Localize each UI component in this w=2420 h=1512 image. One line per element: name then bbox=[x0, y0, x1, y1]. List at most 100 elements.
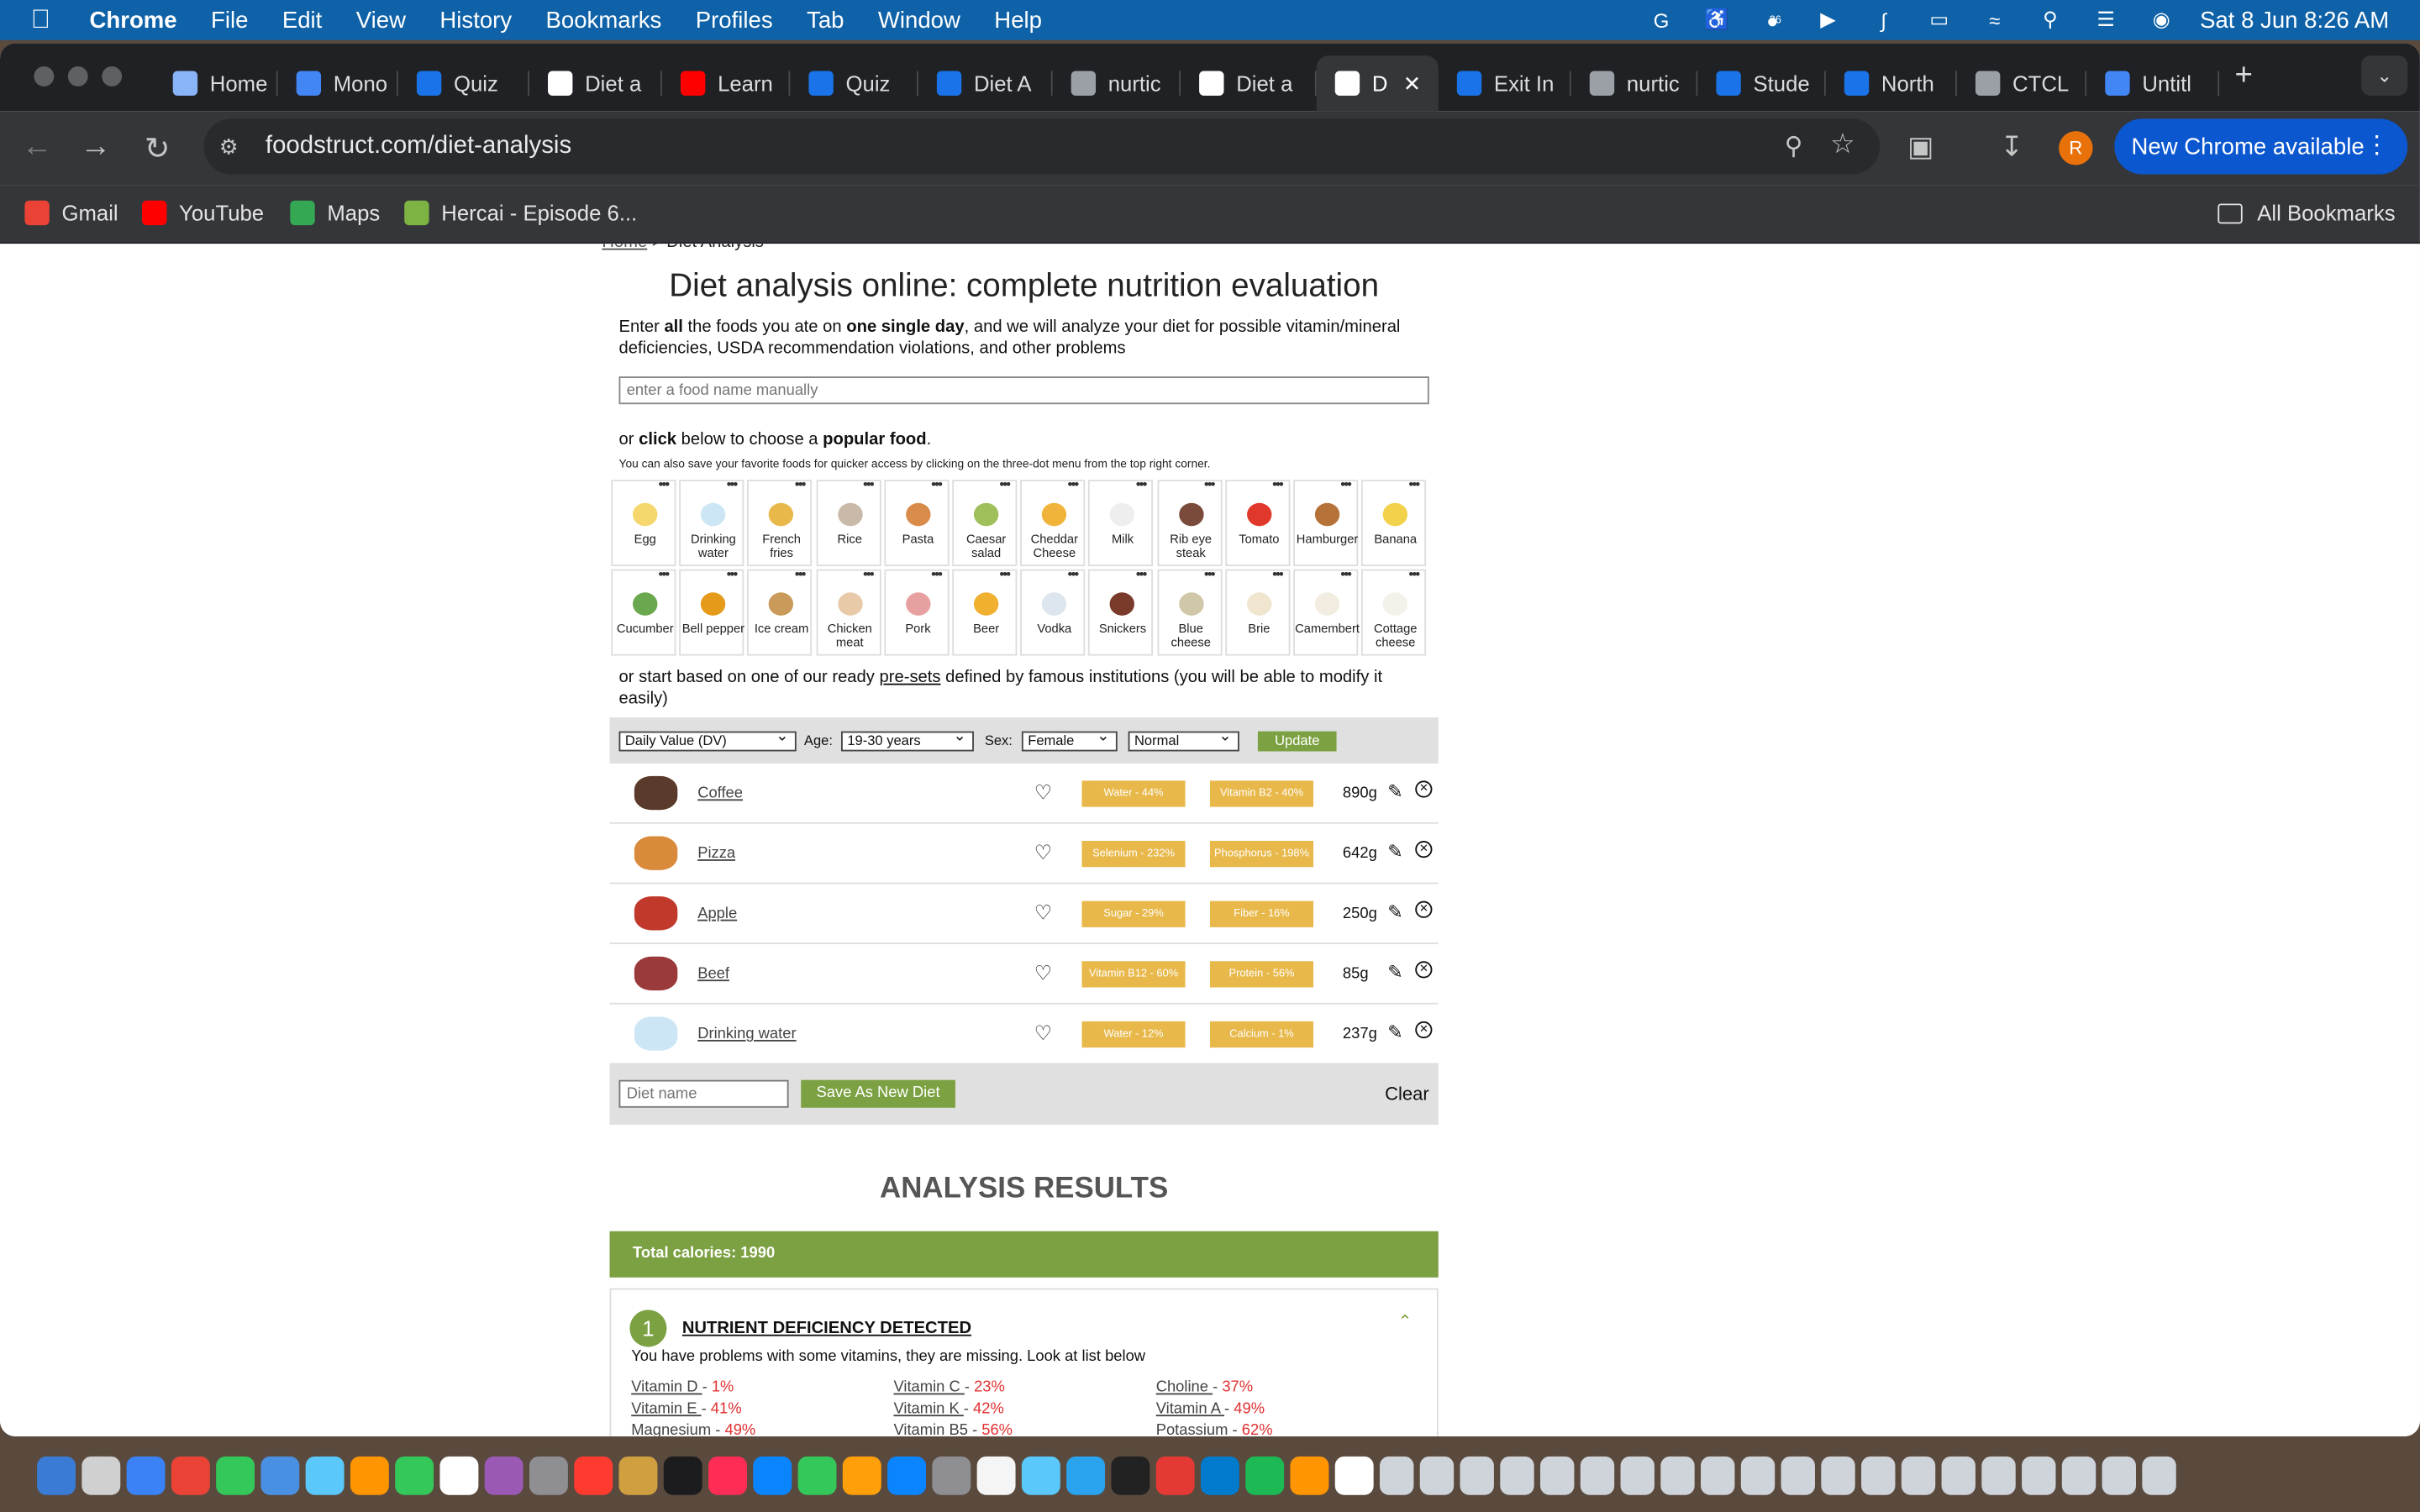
tab-10[interactable]: D ✕ bbox=[1316, 55, 1439, 112]
more-options-icon[interactable]: ••• bbox=[1340, 566, 1352, 581]
more-options-icon[interactable]: ••• bbox=[999, 477, 1011, 492]
tab-16[interactable]: Untitl bbox=[2086, 55, 2220, 111]
dock-window-thumbnail[interactable] bbox=[2022, 1455, 2056, 1494]
menu-window[interactable]: Window bbox=[878, 7, 960, 33]
dock-window-thumbnail[interactable] bbox=[1941, 1455, 1975, 1494]
popular-food-pasta[interactable]: ••• Pasta bbox=[884, 477, 950, 567]
all-bookmarks-button[interactable]: All Bookmarks bbox=[2217, 201, 2396, 225]
download-icon[interactable]: ↧ bbox=[2000, 131, 2023, 164]
dock-window-thumbnail[interactable] bbox=[1540, 1455, 1575, 1494]
back-icon[interactable]: ← bbox=[18, 129, 55, 165]
tab-2[interactable]: Mono bbox=[278, 55, 398, 111]
menu-bookmarks[interactable]: Bookmarks bbox=[546, 7, 662, 33]
reload-icon[interactable]: ↻ bbox=[139, 129, 176, 168]
dock-app-icon[interactable] bbox=[1155, 1455, 1195, 1494]
popular-food-hamburger[interactable]: ••• Hamburger bbox=[1293, 477, 1359, 567]
zoom-window-button[interactable] bbox=[102, 66, 123, 87]
popular-food-banana[interactable]: ••• Banana bbox=[1361, 477, 1427, 567]
dock-window-thumbnail[interactable] bbox=[1981, 1455, 2016, 1494]
menu-file[interactable]: File bbox=[211, 7, 248, 33]
dock-window-thumbnail[interactable] bbox=[2142, 1455, 2176, 1494]
dock-app-icon[interactable] bbox=[842, 1455, 881, 1494]
more-options-icon[interactable]: ••• bbox=[863, 477, 875, 492]
menu-view[interactable]: View bbox=[356, 7, 406, 33]
popular-food-tomato[interactable]: ••• Tomato bbox=[1224, 477, 1291, 567]
tab-3[interactable]: Quiz bbox=[398, 55, 529, 111]
bookmark-youtube[interactable]: YouTube bbox=[141, 200, 264, 226]
favorite-heart-icon[interactable]: ♡ bbox=[1034, 841, 1052, 865]
dock-app-icon[interactable] bbox=[932, 1455, 971, 1494]
food-weight[interactable]: 250g bbox=[1343, 906, 1377, 922]
wifi-icon[interactable]: ≈ bbox=[1978, 8, 2012, 32]
dock-window-thumbnail[interactable] bbox=[1901, 1455, 1936, 1494]
popular-food-brie[interactable]: ••• Brie bbox=[1224, 566, 1291, 656]
breadcrumb-home-link[interactable]: Home bbox=[602, 244, 647, 251]
dock-window-thumbnail[interactable] bbox=[1580, 1455, 1615, 1494]
popular-food-caesar-salad[interactable]: ••• Caesar salad bbox=[952, 477, 1018, 567]
dock-app-icon[interactable] bbox=[574, 1455, 613, 1494]
tab-13[interactable]: Stude bbox=[1697, 55, 1826, 111]
edit-pencil-icon[interactable]: ✎ bbox=[1387, 780, 1402, 802]
nutrient-name-link[interactable]: Choline bbox=[1156, 1379, 1213, 1396]
nutrient-name-link[interactable]: Potassium bbox=[1156, 1422, 1233, 1436]
bookmark-star-icon[interactable]: ☆ bbox=[1830, 128, 1855, 160]
dock-app-icon[interactable] bbox=[663, 1455, 702, 1494]
menu-tab[interactable]: Tab bbox=[807, 7, 844, 33]
menu-edit[interactable]: Edit bbox=[282, 7, 322, 33]
bookmark-gmail[interactable]: Gmail bbox=[24, 200, 118, 226]
dock-app-icon[interactable] bbox=[1200, 1455, 1239, 1494]
update-button[interactable]: Update bbox=[1257, 731, 1337, 752]
more-options-icon[interactable]: ••• bbox=[1204, 566, 1216, 581]
dock-app-icon[interactable] bbox=[753, 1455, 792, 1494]
dock-window-thumbnail[interactable] bbox=[1740, 1455, 1776, 1494]
dock-window-thumbnail[interactable] bbox=[1781, 1455, 1815, 1494]
favorite-heart-icon[interactable]: ♡ bbox=[1034, 961, 1052, 985]
extensions-icon[interactable]: ▣ bbox=[1907, 131, 1933, 164]
more-options-icon[interactable]: ••• bbox=[795, 477, 807, 492]
favorite-heart-icon[interactable]: ♡ bbox=[1034, 901, 1052, 926]
more-options-icon[interactable]: ••• bbox=[1136, 566, 1148, 581]
dock-app-icon[interactable] bbox=[171, 1455, 210, 1494]
edit-pencil-icon[interactable]: ✎ bbox=[1387, 841, 1402, 863]
url-text[interactable]: foodstruct.com/diet-analysis bbox=[266, 133, 571, 160]
nutrient-name-link[interactable]: Vitamin E bbox=[631, 1401, 701, 1418]
edit-pencil-icon[interactable]: ✎ bbox=[1387, 1021, 1402, 1043]
dock-window-thumbnail[interactable] bbox=[1701, 1455, 1735, 1494]
deficiency-item[interactable]: Vitamin A - 49% bbox=[1156, 1401, 1265, 1418]
menu-app-name[interactable]: Chrome bbox=[90, 7, 177, 33]
more-options-icon[interactable]: ••• bbox=[863, 566, 875, 581]
more-options-icon[interactable]: ••• bbox=[1272, 566, 1284, 581]
tab-search-icon[interactable]: ⌄ bbox=[2361, 55, 2408, 96]
popular-food-milk[interactable]: ••• Milk bbox=[1088, 477, 1154, 567]
more-options-icon[interactable]: ••• bbox=[931, 566, 943, 581]
standard-select[interactable]: Daily Value (DV) ⌄ bbox=[618, 728, 797, 752]
popular-food-vodka[interactable]: ••• Vodka bbox=[1020, 566, 1086, 656]
tab-6[interactable]: Quiz bbox=[790, 55, 918, 111]
more-options-icon[interactable]: ••• bbox=[1340, 477, 1352, 492]
food-name-link[interactable]: Coffee bbox=[697, 785, 743, 802]
popular-food-pork[interactable]: ••• Pork bbox=[884, 566, 950, 656]
dock-window-thumbnail[interactable] bbox=[2102, 1455, 2136, 1494]
dock-app-icon[interactable] bbox=[216, 1455, 255, 1494]
new-tab-icon[interactable]: + bbox=[2235, 59, 2253, 94]
address-bar[interactable]: ⚙ foodstruct.com/diet-analysis ⚲ ☆ bbox=[203, 118, 1881, 175]
popular-food-blue-cheese[interactable]: ••• Blue cheese bbox=[1156, 566, 1222, 656]
site-settings-icon[interactable]: ⚙ bbox=[219, 134, 247, 160]
popular-food-beer[interactable]: ••• Beer bbox=[952, 566, 1018, 656]
deficiency-item[interactable]: Vitamin C - 23% bbox=[893, 1379, 1004, 1396]
food-name-link[interactable]: Pizza bbox=[697, 846, 735, 863]
nutrient-name-link[interactable]: Vitamin D bbox=[631, 1379, 702, 1396]
dock-app-icon[interactable] bbox=[484, 1455, 523, 1494]
dock-window-thumbnail[interactable] bbox=[2061, 1455, 2096, 1494]
dock-app-icon[interactable] bbox=[1111, 1455, 1150, 1494]
chrome-menu-icon[interactable]: ⋮ bbox=[2365, 129, 2389, 160]
popular-food-rib-eye-steak[interactable]: ••• Rib eye steak bbox=[1156, 477, 1222, 567]
deficiency-title[interactable]: NUTRIENT DEFICIENCY DETECTED bbox=[682, 1319, 971, 1337]
tab-9[interactable]: Diet a bbox=[1181, 55, 1317, 111]
more-options-icon[interactable]: ••• bbox=[727, 477, 739, 492]
more-options-icon[interactable]: ••• bbox=[1408, 566, 1420, 581]
dock-window-thumbnail[interactable] bbox=[1821, 1455, 1855, 1494]
popular-food-french-fries[interactable]: ••• French fries bbox=[747, 477, 813, 567]
more-options-icon[interactable]: ••• bbox=[931, 477, 943, 492]
tab-5[interactable]: Learn bbox=[662, 55, 791, 111]
